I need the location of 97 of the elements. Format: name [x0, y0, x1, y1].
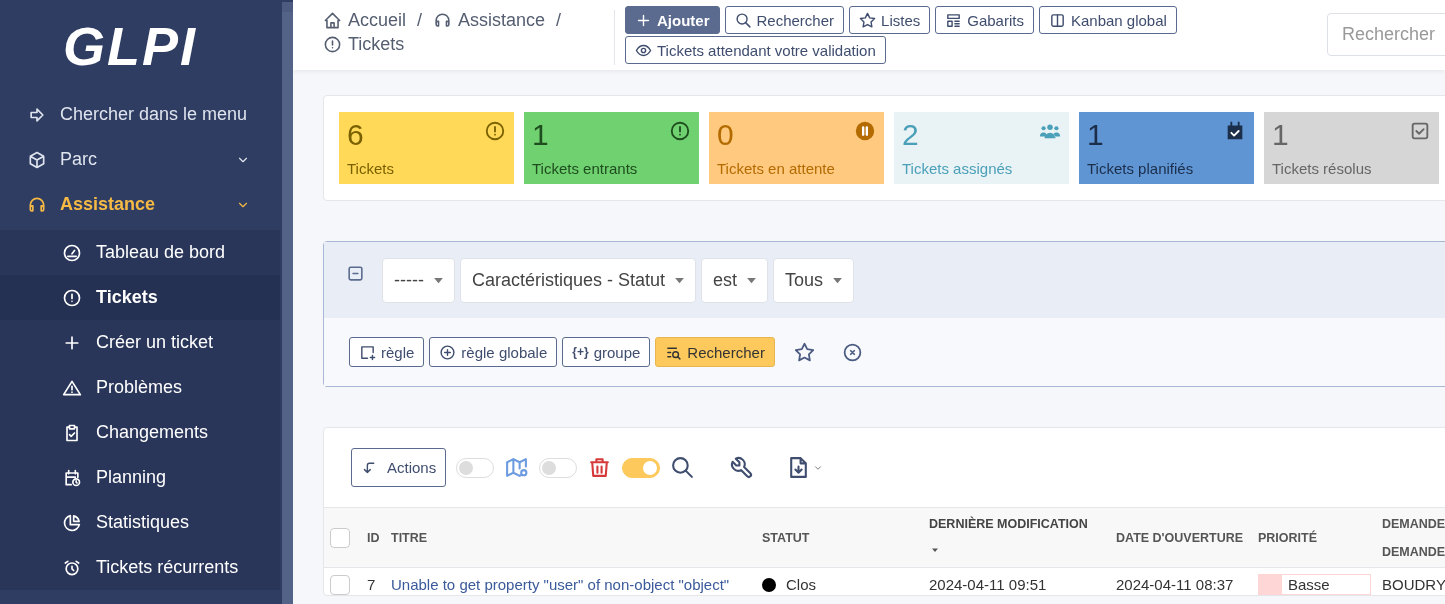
stat-value: 1 [532, 118, 549, 152]
exclamation-circle-icon [669, 120, 691, 142]
exclamation-circle-icon [484, 120, 506, 142]
caret-icon [433, 276, 444, 284]
stat-card[interactable]: 1 Tickets résolus [1264, 112, 1439, 184]
filter-button[interactable]: {+} groupe [562, 337, 651, 367]
menu-search-link[interactable]: Chercher dans le menu [0, 92, 280, 137]
stat-card[interactable]: 1 Tickets planifiés [1079, 112, 1254, 184]
checkbox[interactable] [330, 528, 350, 549]
pie-chart-icon [62, 512, 82, 533]
menu-item[interactable]: Assistance [0, 182, 280, 227]
table-cell: 7 [367, 576, 376, 593]
column-header[interactable]: PRIORITÉ [1258, 523, 1318, 552]
template-icon [945, 11, 963, 29]
stat-value: 6 [347, 118, 364, 152]
submenu-item[interactable]: Tableau de bord [0, 230, 280, 275]
header-button[interactable]: Ajouter [625, 6, 720, 34]
dropdown-field[interactable]: ----- [382, 257, 455, 303]
stat-value: 2 [902, 118, 919, 152]
stat-label: Tickets en attente [717, 160, 836, 177]
stat-value: 1 [1272, 118, 1289, 152]
ticket-title-link[interactable]: Unable to get property "user" of non-object "object" [391, 576, 730, 593]
gauge-icon [62, 242, 82, 263]
stat-label: Tickets [347, 160, 395, 177]
column-header[interactable]: TITRE [391, 523, 428, 552]
headset-icon [433, 11, 453, 30]
circle-plus-icon [439, 343, 457, 361]
column-header[interactable]: DATE D'OUVERTURE [1116, 523, 1244, 552]
column-header[interactable]: DERNIÈRE MODIFICATION [929, 509, 1088, 538]
columns-icon [1048, 11, 1066, 29]
breadcrumb-separator: / [416, 10, 424, 31]
search-field[interactable]: Rechercher [1327, 13, 1445, 56]
submenu-item[interactable]: Tickets [0, 275, 280, 320]
caret-icon [832, 276, 844, 284]
filter-button[interactable]: règle [349, 337, 425, 367]
caret-icon [746, 276, 758, 284]
table-cell: 2024-04-11 09:51 [929, 576, 1047, 593]
table-cell: 2024-04-11 08:37 [1116, 576, 1234, 593]
stat-card[interactable]: 1 Tickets entrants [524, 112, 699, 184]
stat-value: 0 [717, 118, 734, 152]
stat-label: Tickets résolus [1272, 160, 1373, 177]
calendar-clock-icon [62, 467, 82, 488]
column-header[interactable]: DEMANDE DEMANDE [1382, 509, 1445, 566]
filter-button[interactable]: Rechercher [655, 337, 775, 367]
stat-label: Tickets planifiés [1087, 160, 1195, 177]
status-label: Clos [786, 576, 816, 593]
stat-value: 1 [1087, 118, 1104, 152]
dropdown-field[interactable]: Caractéristiques - Statut [460, 257, 697, 303]
table-cell: BOUDRY [1382, 576, 1445, 593]
toggle-switch[interactable] [539, 457, 578, 478]
breadcrumb-link[interactable]: Assistance [433, 10, 546, 31]
submenu-item[interactable]: Problèmes [0, 365, 280, 410]
priority-badge: Basse [1258, 574, 1371, 595]
breadcrumb-link[interactable]: Tickets [323, 34, 405, 55]
submenu-item[interactable]: Tickets récurrents [0, 545, 280, 590]
stat-card[interactable]: 6 Tickets [339, 112, 514, 184]
toggle-switch[interactable] [456, 457, 495, 478]
column-header[interactable]: STATUT [762, 523, 810, 552]
submenu-item[interactable]: Changements [0, 410, 280, 455]
logo[interactable]: GLPI [0, 0, 280, 92]
collapse-icon[interactable] [346, 263, 365, 283]
stat-label: Tickets entrants [532, 160, 639, 177]
checkbox[interactable] [330, 575, 350, 596]
header-button[interactable]: Kanban global [1038, 6, 1177, 34]
breadcrumb-link[interactable]: Accueil [323, 10, 407, 31]
pause-icon [854, 120, 876, 142]
actions-button[interactable]: Actions [351, 448, 447, 487]
submenu-item[interactable]: Créer un ticket [0, 320, 280, 365]
column-header[interactable]: ID [367, 523, 380, 552]
caret-icon [674, 276, 686, 284]
dropdown-field[interactable]: Tous [773, 257, 855, 303]
submenu-item[interactable]: Planning [0, 455, 280, 500]
exclamation-circle-icon [62, 287, 82, 308]
stat-label: Tickets assignés [902, 160, 1014, 177]
header-button[interactable]: Gabarits [935, 6, 1034, 34]
settings-icon[interactable] [729, 455, 755, 480]
header-button[interactable]: Tickets attendant votre validation [625, 36, 886, 64]
toggle-switch[interactable] [622, 457, 661, 478]
header-button[interactable]: Listes [849, 6, 931, 34]
close-icon[interactable] [841, 341, 863, 363]
square-plus-icon [359, 343, 376, 361]
submenu-item[interactable]: Statistiques [0, 500, 280, 545]
search-icon [734, 11, 752, 29]
map-icon[interactable] [504, 455, 530, 480]
filter-button[interactable]: règle globale [429, 337, 558, 367]
menu-item[interactable]: Parc [0, 137, 280, 182]
dropdown-field[interactable]: est [701, 257, 769, 303]
home-icon [323, 11, 342, 30]
breadcrumb-separator: / [555, 10, 563, 31]
checkbox-icon [1409, 120, 1431, 142]
search-icon[interactable] [670, 455, 696, 480]
scrollbar[interactable] [282, 2, 293, 604]
cube-icon [27, 149, 47, 170]
star-icon[interactable] [793, 341, 815, 363]
star-icon [859, 11, 877, 29]
exclamation-circle-icon [323, 35, 342, 54]
header-button[interactable]: Rechercher [724, 6, 845, 34]
